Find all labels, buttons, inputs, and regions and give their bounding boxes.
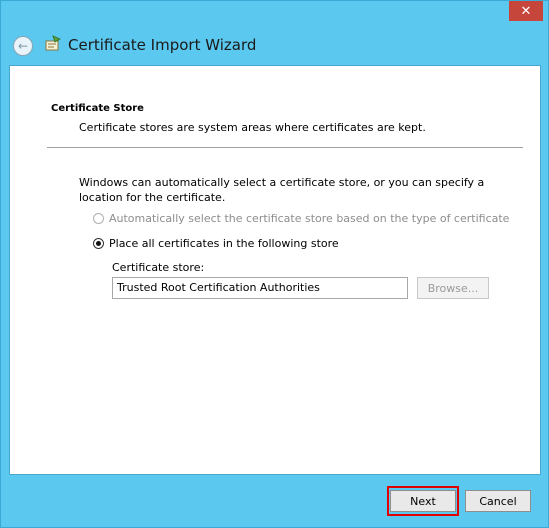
browse-button[interactable]: Browse...	[417, 277, 489, 299]
back-button[interactable]: ←	[13, 36, 33, 56]
section-description: Certificate stores are system areas wher…	[79, 121, 426, 134]
close-icon: ✕	[520, 3, 532, 19]
radio-button-place[interactable]	[93, 238, 104, 249]
header-divider	[47, 147, 523, 148]
certificate-wizard-icon	[45, 35, 61, 51]
certificate-store-field[interactable]: Trusted Root Certification Authorities	[112, 277, 408, 299]
intro-text: Windows can automatically select a certi…	[79, 176, 485, 204]
radio-button-auto[interactable]	[93, 213, 104, 224]
back-arrow-icon: ←	[17, 39, 29, 53]
window-title: Certificate Import Wizard	[68, 36, 257, 54]
certificate-store-label: Certificate store:	[112, 261, 205, 274]
close-button[interactable]: ✕	[509, 1, 543, 21]
section-title: Certificate Store	[51, 103, 144, 114]
radio-label-auto: Automatically select the certificate sto…	[109, 212, 510, 225]
next-button[interactable]: Next	[390, 490, 456, 512]
radio-auto-select[interactable]: Automatically select the certificate sto…	[93, 212, 509, 225]
radio-place-in-store[interactable]: Place all certificates in the following …	[93, 237, 339, 250]
radio-label-place: Place all certificates in the following …	[109, 237, 339, 250]
wizard-window: ✕ ← Certificate Import Wizard Certificat…	[0, 0, 549, 528]
cancel-button[interactable]: Cancel	[465, 490, 531, 512]
